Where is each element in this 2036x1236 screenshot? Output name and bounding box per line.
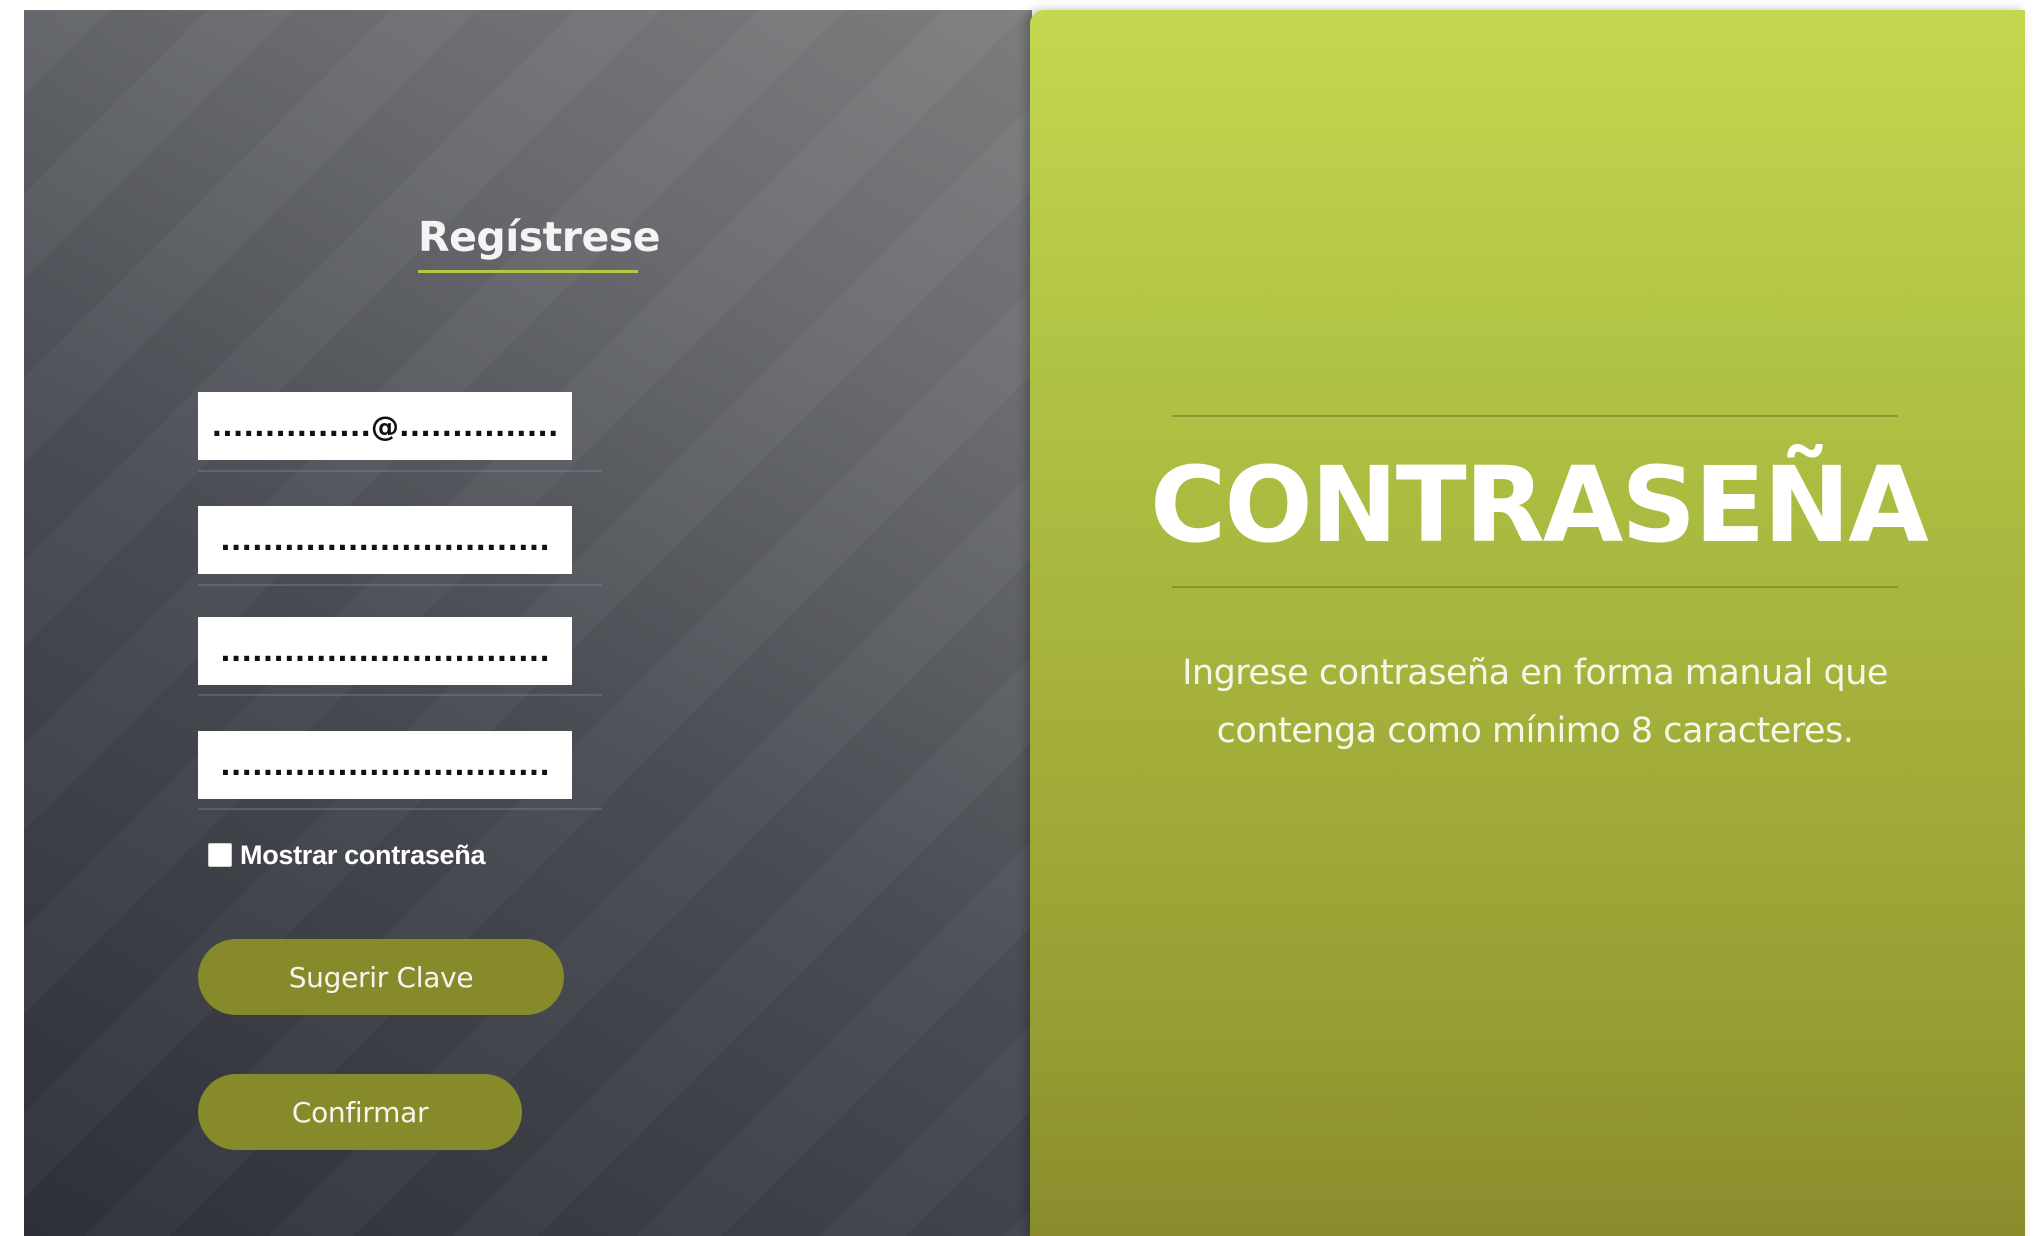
show-password-label: Mostrar contraseña — [240, 839, 486, 870]
info-description-line-1: Ingrese contraseña en forma manual que — [1182, 653, 1888, 693]
email-field[interactable] — [198, 392, 572, 460]
email-field-underline — [198, 470, 602, 472]
extra-password-field[interactable] — [198, 731, 572, 799]
show-password-toggle[interactable]: Mostrar contraseña — [208, 840, 485, 870]
suggest-password-button[interactable]: Sugerir Clave — [198, 939, 564, 1015]
extra-password-field-underline — [198, 808, 602, 810]
title-underline — [418, 270, 638, 273]
register-title: Regístrese — [418, 213, 661, 261]
info-description: Ingrese contraseña en forma manual que c… — [1150, 644, 1920, 760]
info-description-line-2: contenga como mínimo 8 caracteres. — [1216, 711, 1854, 751]
confirm-password-field-underline — [198, 694, 602, 696]
show-password-checkbox[interactable] — [208, 843, 232, 867]
info-title: CONTRASEÑA — [1150, 444, 1929, 566]
title-bottom-divider — [1172, 586, 1898, 588]
password-field-underline — [198, 584, 602, 586]
confirm-button[interactable]: Confirmar — [198, 1074, 522, 1150]
title-top-divider — [1172, 415, 1898, 417]
confirm-password-field[interactable] — [198, 617, 572, 685]
password-field[interactable] — [198, 506, 572, 574]
page: Regístrese Mostrar contraseña Sugerir Cl… — [0, 0, 2036, 1236]
info-panel — [1030, 10, 2025, 1236]
